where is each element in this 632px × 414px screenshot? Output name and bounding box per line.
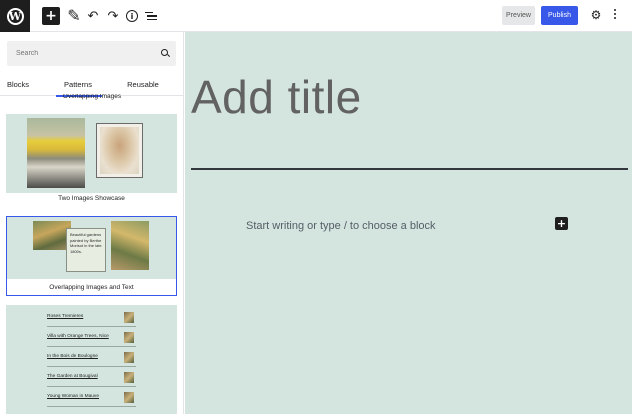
inserter-tabs: Blocks Patterns Reusable (0, 72, 183, 97)
list-item: In the Bois de Boulogne (47, 349, 136, 367)
search-box (7, 41, 176, 66)
painting-thumbnail (124, 352, 134, 363)
tab-blocks[interactable]: Blocks (0, 72, 36, 96)
painting-thumbnail (124, 392, 134, 403)
tab-reusable[interactable]: Reusable (118, 72, 168, 96)
tab-patterns[interactable]: Patterns (52, 72, 104, 97)
inserter-sidebar: Blocks Patterns Reusable Overlapping Ima… (0, 32, 184, 414)
painting-thumbnail (124, 332, 134, 343)
editor-canvas: Add title Start writing or type / to cho… (185, 32, 632, 414)
tools-pen-icon[interactable]: ✎ (66, 7, 82, 25)
painting-thumbnail (124, 312, 134, 323)
preview-button[interactable]: Preview (502, 6, 535, 25)
undo-icon[interactable]: ↶ (86, 7, 100, 25)
settings-gear-icon[interactable]: ⚙ (590, 8, 602, 22)
info-icon[interactable]: i (126, 10, 138, 22)
portrait-painting-image (100, 127, 139, 174)
list-item: Villa with Orange Trees, Nice (47, 329, 136, 347)
list-item-title: In the Bois de Boulogne (47, 354, 98, 359)
search-icon[interactable] (161, 49, 168, 56)
list-item: Roses Tremieres (47, 309, 136, 327)
list-item: Young Woman in Mauve (47, 389, 136, 407)
default-block-appender[interactable]: Start writing or type / to choose a bloc… (246, 220, 436, 232)
separator-block[interactable] (191, 168, 628, 170)
wordpress-icon: W (6, 7, 24, 25)
garden-painting-image-2 (111, 221, 149, 270)
redo-icon[interactable]: ↷ (106, 7, 120, 25)
pattern-label-overlapping-images: Overlapping Images (62, 94, 122, 100)
list-item-title: Young Woman in Mauve (47, 394, 99, 399)
search-input[interactable] (7, 41, 157, 66)
inline-add-block-icon[interactable]: + (555, 217, 568, 230)
editor-app: W + ✎ ↶ ↷ i Preview Publish ⚙ Blocks Pat… (0, 0, 632, 414)
painting-thumbnail (124, 372, 134, 383)
pattern-label: Two Images Showcase (58, 195, 125, 202)
pattern-label: Overlapping Images and Text (49, 284, 134, 291)
top-toolbar: W + ✎ ↶ ↷ i Preview Publish ⚙ (0, 0, 632, 32)
list-item-title: Villa with Orange Trees, Nice (47, 334, 109, 339)
add-block-button[interactable]: + (42, 7, 60, 25)
vase-painting-image (27, 118, 85, 188)
more-options-icon[interactable] (612, 9, 618, 23)
list-item-title: Roses Tremieres (47, 314, 84, 319)
pattern-card-text: Beautiful gardens painted by Berthe Mori… (66, 228, 106, 272)
list-item: The Garden at Bougival (47, 369, 136, 387)
wordpress-logo-button[interactable]: W (0, 0, 30, 32)
list-item-title: The Garden at Bougival (47, 374, 98, 379)
list-view-icon[interactable] (145, 7, 157, 25)
post-title-input[interactable]: Add title (191, 70, 362, 124)
publish-button[interactable]: Publish (541, 6, 578, 25)
